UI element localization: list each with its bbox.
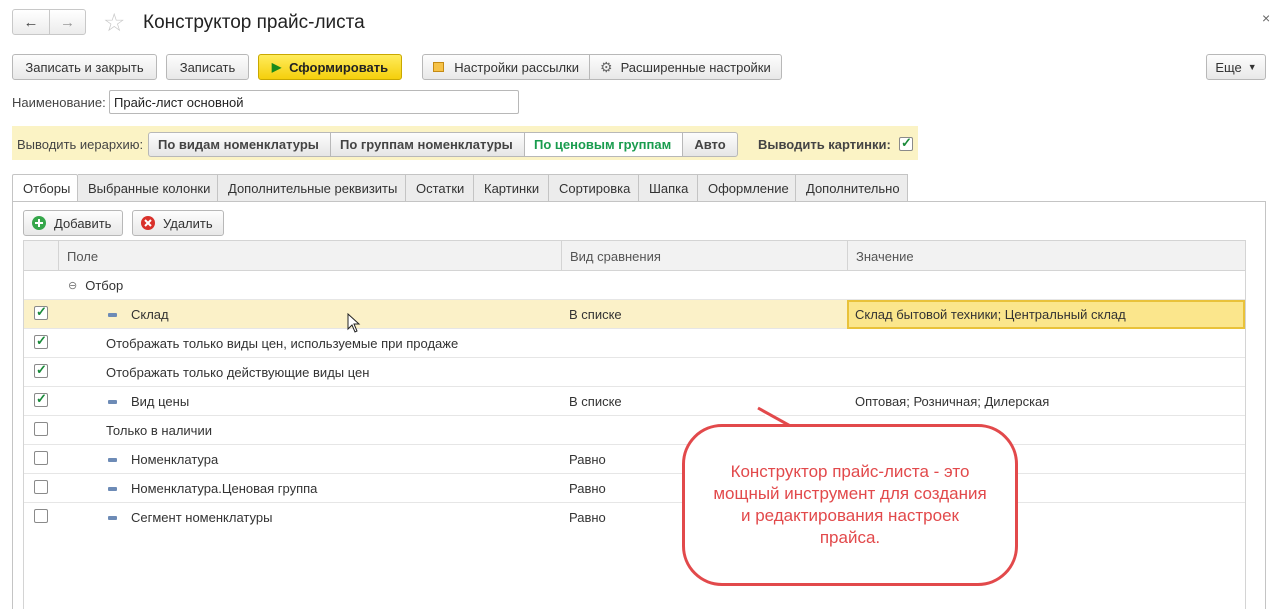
title-bar: ← → ☆ Конструктор прайс-листа × [0,0,1285,46]
minus-icon [108,457,117,462]
minus-icon [108,515,117,520]
tab-extra-attributes[interactable]: Дополнительные реквизиты [218,174,406,202]
chevron-down-icon: ▼ [1247,62,1257,72]
tab-header[interactable]: Шапка [639,174,698,202]
row-checkbox[interactable] [34,333,48,349]
tab-filters[interactable]: Отборы [12,174,78,202]
field-cell: Только в наличии [106,423,212,438]
generate-label: Сформировать [289,59,389,75]
gear-icon: ⚙ [600,58,613,75]
close-icon[interactable]: × [1262,10,1270,26]
tab-selected-columns[interactable]: Выбранные колонки [78,174,218,202]
table-row[interactable]: Номенклатура Равно [24,445,1245,474]
minus-icon [108,486,117,491]
row-checkbox[interactable] [34,451,48,465]
name-input[interactable]: Прайс-лист основной [109,90,519,114]
tab-additional[interactable]: Дополнительно [796,174,908,202]
field-cell: Вид цены [131,394,190,409]
add-label: Добавить [54,215,112,231]
comparison-cell[interactable]: В списке [569,300,622,329]
remove-circle-icon [141,216,155,230]
field-cell: Номенклатура [131,452,219,467]
hierarchy-selector: По видам номенклатуры По группам номенкл… [148,132,738,157]
tab-stock[interactable]: Остатки [406,174,474,202]
save-and-close-button[interactable]: Записать и закрыть [12,54,157,80]
hierarchy-label: Выводить иерархию: [17,137,144,152]
tab-sorting[interactable]: Сортировка [549,174,639,202]
play-icon: ▶ [271,60,282,74]
save-button[interactable]: Записать [166,54,249,80]
table-row[interactable]: Сегмент номенклатуры Равно [24,503,1245,532]
hierarchy-option-auto[interactable]: Авто [682,133,737,156]
table-row[interactable]: Отображать только виды цен, используемые… [24,329,1245,358]
mouse-cursor-icon [347,313,361,333]
comparison-cell[interactable]: Равно [569,474,606,503]
column-header-value[interactable]: Значение [847,241,1245,271]
table-header: Поле Вид сравнения Значение [24,241,1245,271]
mailing-settings-button[interactable]: Настройки рассылки [423,55,589,79]
mailing-settings-label: Настройки рассылки [454,59,579,75]
table-row[interactable]: Склад В списке Склад бытовой техники; Це… [24,300,1245,329]
more-label: Еще [1215,59,1242,75]
table-row[interactable]: Отображать только действующие виды цен [24,358,1245,387]
comparison-cell[interactable]: Равно [569,503,606,532]
remove-label: Удалить [163,215,213,231]
minus-icon [108,399,117,404]
value-cell[interactable]: Оптовая; Розничная; Дилерская [855,387,1049,416]
plus-circle-icon [32,216,46,230]
comparison-cell[interactable]: Равно [569,445,606,474]
group-label: Отбор [85,278,124,293]
nav-buttons: ← → [12,9,86,35]
row-checkbox[interactable] [34,362,48,378]
row-checkbox[interactable] [34,422,48,436]
row-checkbox[interactable] [34,391,48,407]
remove-button[interactable]: Удалить [132,210,224,236]
minus-icon [108,312,117,317]
tab-bar: Отборы Выбранные колонки Дополнительные … [12,174,908,202]
hierarchy-option-types[interactable]: По видам номенклатуры [149,133,330,156]
add-button[interactable]: Добавить [23,210,123,236]
hierarchy-option-groups[interactable]: По группам номенклатуры [330,133,524,156]
hierarchy-option-price-groups[interactable]: По ценовым группам [524,133,682,156]
show-pictures-checkbox[interactable] [899,135,913,151]
show-pictures-label: Выводить картинки: [758,137,891,152]
value-cell[interactable]: Склад бытовой техники; Центральный склад [847,300,1245,329]
callout-text: Конструктор прайс-листа - это мощный инс… [713,462,987,547]
tab-pictures[interactable]: Картинки [474,174,549,202]
filters-table: Поле Вид сравнения Значение ⊖ Отбор Скла… [23,240,1246,609]
name-label: Наименование: [12,95,106,110]
settings-button-group: Настройки рассылки ⚙ Расширенные настрой… [422,54,782,80]
row-checkbox[interactable] [34,509,48,523]
back-arrow-icon[interactable]: ← [13,10,49,34]
envelope-icon [433,62,445,72]
row-checkbox[interactable] [34,304,48,320]
more-button[interactable]: Еще ▼ [1206,54,1266,80]
page-title: Конструктор прайс-листа [143,12,365,33]
field-cell: Отображать только виды цен, используемые… [106,336,459,351]
field-cell: Склад [131,307,169,322]
forward-arrow-icon[interactable]: → [49,10,85,34]
column-header-comparison[interactable]: Вид сравнения [561,241,847,271]
row-checkbox[interactable] [34,480,48,494]
table-row[interactable]: Только в наличии [24,416,1245,445]
table-row[interactable]: Номенклатура.Ценовая группа Равно [24,474,1245,503]
tab-design[interactable]: Оформление [698,174,796,202]
advanced-settings-button[interactable]: ⚙ Расширенные настройки [589,55,781,79]
column-header-field[interactable]: Поле [58,241,561,271]
comparison-cell[interactable]: В списке [569,387,622,416]
field-cell: Сегмент номенклатуры [131,510,273,525]
callout-bubble: Конструктор прайс-листа - это мощный инс… [682,424,1018,586]
group-row[interactable]: ⊖ Отбор [24,271,1245,300]
collapse-icon[interactable]: ⊖ [68,279,77,292]
field-cell: Номенклатура.Ценовая группа [131,481,318,496]
table-row[interactable]: Вид цены В списке Оптовая; Розничная; Ди… [24,387,1245,416]
field-cell: Отображать только действующие виды цен [106,365,370,380]
advanced-settings-label: Расширенные настройки [620,59,771,75]
generate-button[interactable]: ▶ Сформировать [258,54,402,80]
star-icon[interactable]: ☆ [103,9,125,37]
